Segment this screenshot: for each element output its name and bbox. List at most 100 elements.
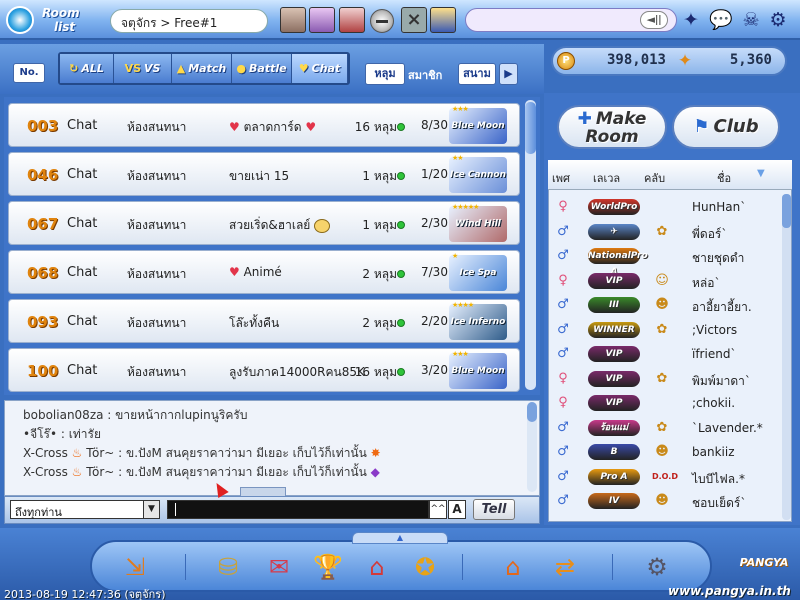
sparkle-icon: ✸ [366, 446, 381, 460]
star-icon[interactable]: ✦ [679, 8, 703, 32]
gender-icon: ♂ [557, 444, 569, 459]
gender-icon: ♂ [557, 321, 569, 337]
chat-sender[interactable]: X-Cross [23, 465, 68, 479]
sort-arrow-icon[interactable]: ▼ [757, 168, 765, 179]
tab-chat[interactable]: ♥ Chat [292, 54, 348, 83]
club-button[interactable]: ⚑ Club [672, 105, 780, 149]
transfer-icon[interactable]: ⇄ [548, 550, 582, 584]
chat-sender[interactable]: bobolian08za [23, 408, 103, 422]
room-row[interactable]: 046 Chat ห้องสนทนา ขายเน่า 15 1 หลุม 1/20 Ice … [8, 152, 520, 196]
sort-next-button[interactable]: ▶ [499, 63, 518, 85]
user-row[interactable]: ♀ VIP ☺ หล่อ` [552, 270, 782, 294]
header-sex[interactable]: เพศ [552, 169, 570, 187]
player-avatar-2[interactable] [309, 7, 335, 33]
status-dot [397, 319, 405, 327]
gender-icon: ♂ [557, 297, 569, 312]
user-row[interactable]: ♂ WINNER ✿ ;Victors [552, 319, 782, 343]
header-level[interactable]: เลเวล [593, 169, 620, 187]
chat-bubble-icon[interactable]: 💬 [709, 8, 733, 32]
speaker-icon[interactable]: ◄ǀǀ [640, 11, 668, 29]
user-row[interactable]: ♂ NationalPro A ชายชุดดำ [552, 245, 782, 277]
tab-battle[interactable]: ● Battle [232, 54, 292, 83]
gear-icon[interactable]: ⚙ [766, 8, 790, 32]
user-row[interactable]: ♂ ร้อนแม่ ✿ `Lavender.* [552, 417, 782, 441]
user-row[interactable]: ♂ Pro A D.O.D ไบบีไฟล.* [552, 466, 782, 490]
user-row[interactable]: ♂ ✈ ✿ พี่ดอร์` [552, 221, 782, 245]
room-number: 100 [27, 362, 59, 380]
user-row[interactable]: ♂ VIP ïfriend` [552, 343, 782, 367]
player-avatar-5-empty[interactable]: × [401, 7, 427, 33]
tab-battle-label: Battle [249, 62, 287, 75]
chat-message: X-Cross ♨ Tör~ : ข.ปังM สนคุยราคาว่ามา ม… [23, 463, 380, 482]
exit-door-icon[interactable]: ⇲ [118, 550, 152, 584]
sort-hole-button[interactable]: หลุม [365, 63, 405, 85]
room-players: 3/20 [421, 363, 448, 377]
make-room-button[interactable]: ✚ Make Room [557, 105, 667, 149]
room-title: ขายเน่า 15 [229, 167, 289, 186]
user-row[interactable]: ♂ III ☻ อาอี้ยาอี้ยา. [552, 294, 782, 318]
chat-scroll-thumb[interactable] [527, 402, 537, 422]
user-list-scroll-thumb[interactable] [782, 194, 791, 228]
chat-sender[interactable]: •จีโร๊• [23, 427, 57, 441]
sort-number-button[interactable]: No. [13, 63, 45, 83]
tell-button[interactable]: Tell [473, 499, 515, 520]
my-room-icon[interactable]: ⌂ [360, 550, 394, 584]
chat-text-input[interactable] [167, 500, 429, 519]
user-row[interactable]: ♀ VIP ✿ พิมพ์มาดา` [552, 368, 782, 392]
skull-icon[interactable]: ☠ [739, 8, 763, 32]
course-thumbnail: Ice Inferno [449, 304, 507, 340]
player-avatar-3[interactable] [339, 7, 365, 33]
room-row[interactable]: 068 Chat ห้องสนทนา ♥ Animé 2 หลุม 7/30 Ice Spa… [8, 250, 520, 294]
room-row[interactable]: 093 Chat ห้องสนทนา โล๊ะทั้งคืน 2 หลุม 2/20 Ice… [8, 299, 520, 343]
font-button[interactable]: A [448, 500, 466, 519]
room-number: 093 [27, 313, 59, 331]
player-avatar-1[interactable] [280, 7, 306, 33]
header-name[interactable]: ชื่อ [717, 169, 731, 187]
chat-sender[interactable]: X-Cross [23, 446, 68, 460]
user-row[interactable]: ♀ WorldPro HunHan` [552, 196, 782, 220]
dock-divider [612, 554, 613, 580]
lobby-house-icon[interactable]: ⌂ [496, 550, 530, 584]
vs-icon: VS [124, 62, 141, 75]
gender-icon: ♂ [557, 223, 569, 239]
tab-match[interactable]: ▲ Match [172, 54, 232, 83]
room-row[interactable]: 003 Chat ห้องสนทนา ♥ ตลาดการ์ด ♥ 16 หลุม 8/30… [8, 103, 520, 147]
room-holes: 16 หลุม [354, 365, 397, 379]
room-row[interactable]: 067 Chat ห้องสนทนา สวยเริ่ด&ฮาเลย์ 1 หลุม 2/3… [8, 201, 520, 245]
dock-divider [462, 554, 463, 580]
header-club[interactable]: คลับ [644, 169, 665, 187]
player-avatar-6[interactable] [430, 7, 456, 33]
pang-amount: 398,013 [606, 52, 666, 68]
trophy-icon[interactable]: 🏆 [311, 550, 345, 584]
tab-match-label: Match [188, 62, 227, 75]
room-mode: Chat [67, 216, 98, 231]
player-avatar-4[interactable] [370, 9, 394, 33]
room-number: 003 [27, 117, 59, 135]
room-title-text: Animé [243, 265, 282, 279]
gender-icon: ♂ [557, 468, 569, 484]
level-badge: ร้อนแม่ [588, 419, 640, 436]
shop-register-icon[interactable]: ⛁ [211, 550, 245, 584]
settings-icon[interactable]: ⚙ [640, 550, 674, 584]
tab-vs[interactable]: VS VS [114, 54, 172, 83]
chat-message: •จีโร๊• : เท่ารัย [23, 425, 101, 444]
card-icon[interactable]: ✪ [408, 550, 442, 584]
course-thumbnail: Blue Moon [449, 353, 507, 389]
club-emblem-icon [652, 198, 672, 216]
user-list-scrollbar[interactable] [782, 194, 791, 520]
dock-toggle[interactable]: ▲ [352, 532, 448, 544]
chevron-down-icon[interactable]: ▼ [143, 501, 159, 518]
tab-chat-label: Chat [311, 62, 341, 75]
room-row[interactable]: 100 Chat ห้องสนทนา ลูงรับภาค14000Rคน85K 16 ห… [8, 348, 520, 392]
sort-member-button[interactable]: สมาชิก [408, 66, 442, 84]
user-row[interactable]: ♂ IV ☻ ชอบเย็ดร์` [552, 490, 782, 514]
tab-all[interactable]: ↻ ALL [60, 54, 114, 83]
sort-course-button[interactable]: สนาม [458, 63, 496, 85]
user-row[interactable]: ♂ B ☻ bankiiz [552, 441, 782, 465]
chat-target-select[interactable]: ถึงทุกท่าน [10, 500, 160, 519]
room-list-scroll-thumb[interactable] [525, 102, 536, 154]
emoticon-button[interactable]: ^^ [429, 500, 447, 519]
room-list-logo[interactable]: Room list [6, 4, 80, 36]
mail-gift-icon[interactable]: ✉ [262, 550, 296, 584]
user-row[interactable]: ♀ VIP ;chokii. [552, 392, 782, 416]
